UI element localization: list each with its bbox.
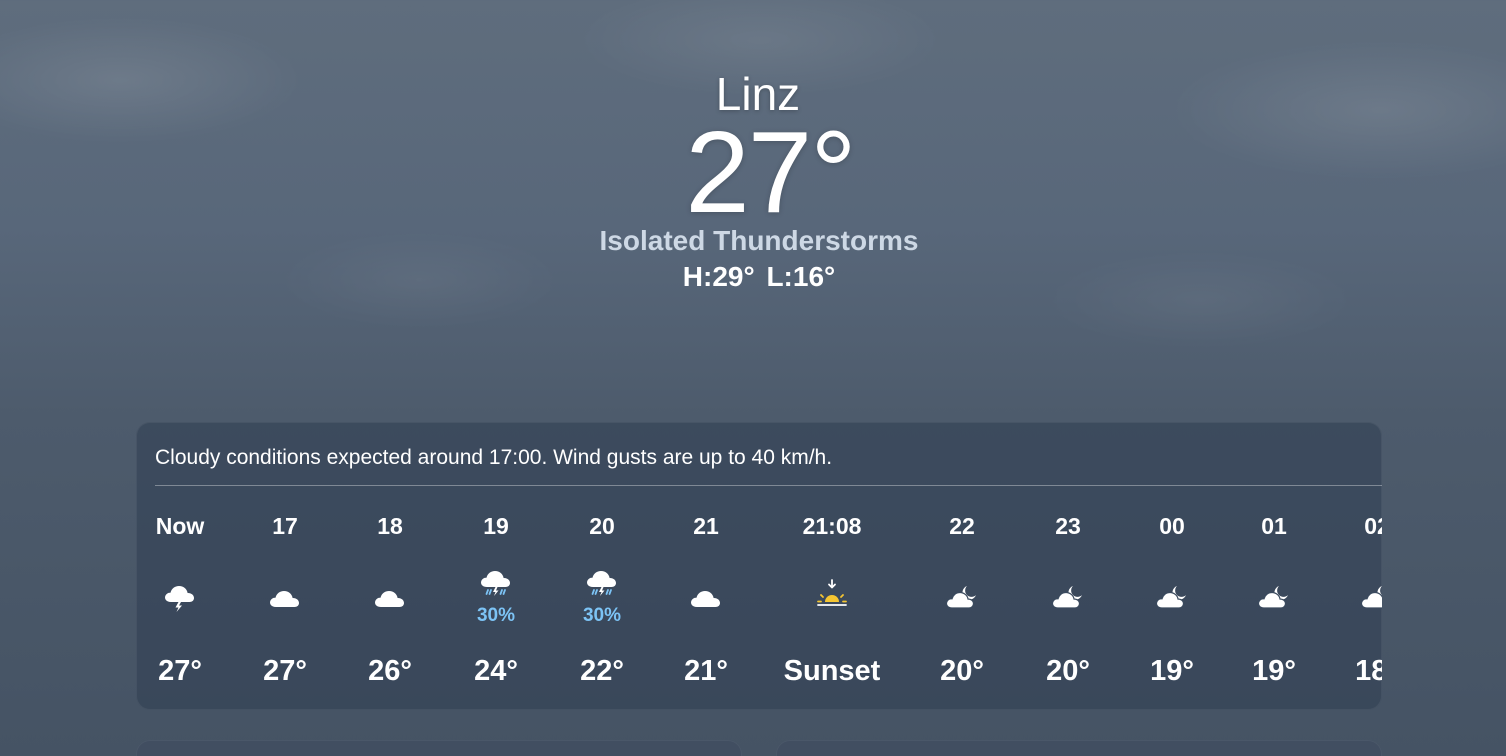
thunder-cloud-icon	[160, 576, 200, 616]
hour-item: 21 21°	[651, 486, 761, 710]
hour-label: 01	[1261, 513, 1287, 539]
forecast-card-right[interactable]	[776, 740, 1382, 756]
cloud-moon-icon	[1048, 576, 1088, 616]
hour-item: 00 19°	[1117, 486, 1227, 710]
cloud-moon-icon	[1152, 576, 1192, 616]
current-temperature: 27°	[685, 107, 856, 237]
hour-item: 17 27°	[230, 486, 340, 710]
forecast-card-left[interactable]	[136, 740, 742, 756]
hour-temperature: 20°	[940, 655, 984, 687]
hour-label: 17	[272, 513, 298, 539]
hour-label: 20	[589, 513, 615, 539]
precipitation-chance: 30%	[582, 605, 622, 626]
hour-temperature: 20°	[1046, 655, 1090, 687]
sunset-icon	[812, 576, 852, 616]
hour-label: 19	[483, 513, 509, 539]
hour-temperature: 21°	[684, 655, 728, 687]
cloud-icon	[265, 576, 305, 616]
hour-temperature: 19°	[1252, 655, 1296, 687]
cloud-icon	[370, 576, 410, 616]
hourly-summary: Cloudy conditions expected around 17:00.…	[155, 446, 833, 469]
hour-label: 22	[949, 513, 975, 539]
hour-item: 22 20°	[907, 486, 1017, 710]
cloud-moon-icon	[942, 576, 982, 616]
hour-item: 18 26°	[335, 486, 445, 710]
hour-temperature: 27°	[158, 655, 202, 687]
hour-temperature: 18°	[1355, 655, 1382, 687]
hour-label: 00	[1159, 513, 1185, 539]
hour-temperature: 19°	[1150, 655, 1194, 687]
hour-temperature: 26°	[368, 655, 412, 687]
hour-temperature: 27°	[263, 655, 307, 687]
thunderstorm-rain-icon	[476, 564, 516, 604]
hour-temperature: Sunset	[783, 655, 881, 687]
hourly-forecast-card[interactable]: Cloudy conditions expected around 17:00.…	[136, 422, 1382, 710]
hour-item-sunset: 21:08 Sunset	[767, 486, 897, 710]
hour-item: 20 30% 22°	[547, 486, 657, 710]
cloud-moon-icon	[1357, 576, 1382, 616]
hour-item: 01 19°	[1219, 486, 1329, 710]
hour-temperature: 22°	[580, 655, 624, 687]
high-low-temperature: H:29° L:16°	[682, 261, 836, 292]
cloud-moon-icon	[1254, 576, 1294, 616]
thunderstorm-rain-icon	[582, 564, 622, 604]
hourly-scroll-row[interactable]: Now 27° 17 27° 18 26° 19 30% 24° 20 30% …	[136, 486, 1382, 710]
hour-label: 21:08	[802, 513, 862, 539]
hour-label: 18	[377, 513, 403, 539]
hour-temperature: 24°	[474, 655, 518, 687]
hour-item: 02 18°	[1322, 486, 1382, 710]
hour-label: Now	[155, 513, 205, 539]
hour-label: 23	[1055, 513, 1081, 539]
hour-label: 21	[693, 513, 719, 539]
hour-label: 02	[1364, 513, 1382, 539]
hour-item: Now 27°	[136, 486, 235, 710]
precipitation-chance: 30%	[476, 605, 516, 626]
hour-item: 23 20°	[1013, 486, 1123, 710]
cloud-icon	[686, 576, 726, 616]
condition-text: Isolated Thunderstorms	[599, 225, 919, 256]
hour-item: 19 30% 24°	[441, 486, 551, 710]
